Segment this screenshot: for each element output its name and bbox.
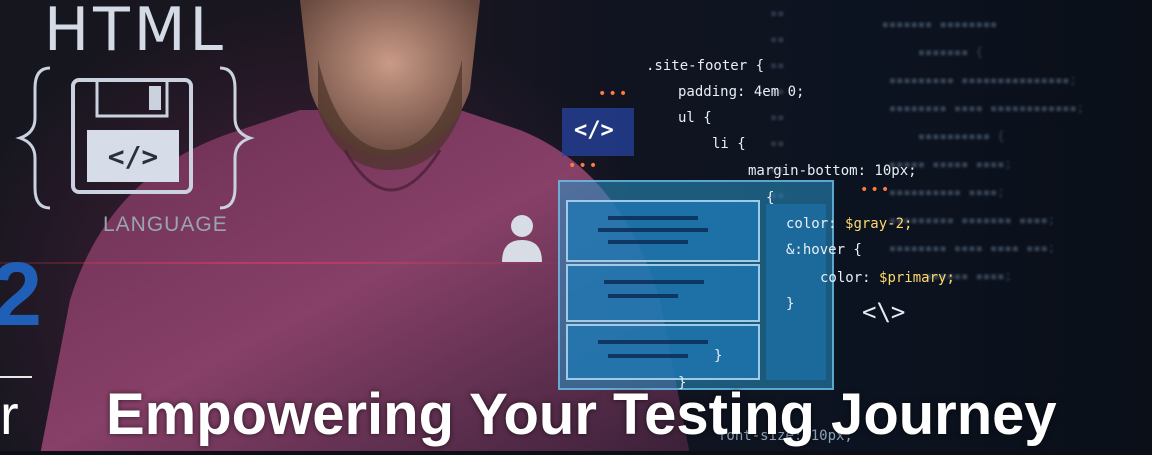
svg-text:</>: </> [108,140,159,173]
headline: Empowering Your Testing Journey [106,382,1057,447]
red-scan-line [0,262,560,264]
code-tag-icon: </> [574,118,614,143]
code-variable: $gray-2; [845,216,913,232]
code-line: li { [712,136,746,152]
user-icon [502,215,542,262]
dots-decoration: ••• [568,158,600,174]
divider-line [0,376,32,378]
code-token: color: [786,216,846,232]
code-line: margin-bottom: 10px; [748,163,917,179]
hero-banner: ▪▪▪▪▪▪▪ ▪▪▪▪▪▪▪▪ ▪▪▪▪▪▪▪ { ▪▪▪▪▪▪▪▪▪ ▪▪▪… [0,0,1152,455]
html-logo-text: HTML [44,0,227,65]
code-line: { [766,190,775,206]
dots-decoration: ••• [860,182,892,198]
code-line: } [714,348,723,364]
wireframe-row [566,324,760,380]
code-line-color: color: $gray-2; [786,216,912,232]
code-bracket-icon: <\> [862,298,906,326]
floppy-disk-code-icon: </> [15,66,255,210]
wireframe-row [566,200,760,262]
code-token: color: [820,270,880,286]
bottom-border [0,451,1152,455]
cropped-letter: r [0,383,19,446]
code-line: } [786,296,795,312]
wireframe-panel [558,180,834,390]
code-variable: $primary; [879,270,955,286]
dots-decoration: ••• [598,86,630,102]
code-line-color: color: $primary; [820,270,955,286]
code-line: &:hover { [786,242,862,258]
cropped-number: 2 [0,245,43,345]
code-line: ul { [678,110,712,126]
code-line: .site-footer { [646,58,765,74]
code-line: padding: 4em 0; [678,84,805,100]
wireframe-row [566,264,760,322]
language-label: LANGUAGE [103,213,228,236]
